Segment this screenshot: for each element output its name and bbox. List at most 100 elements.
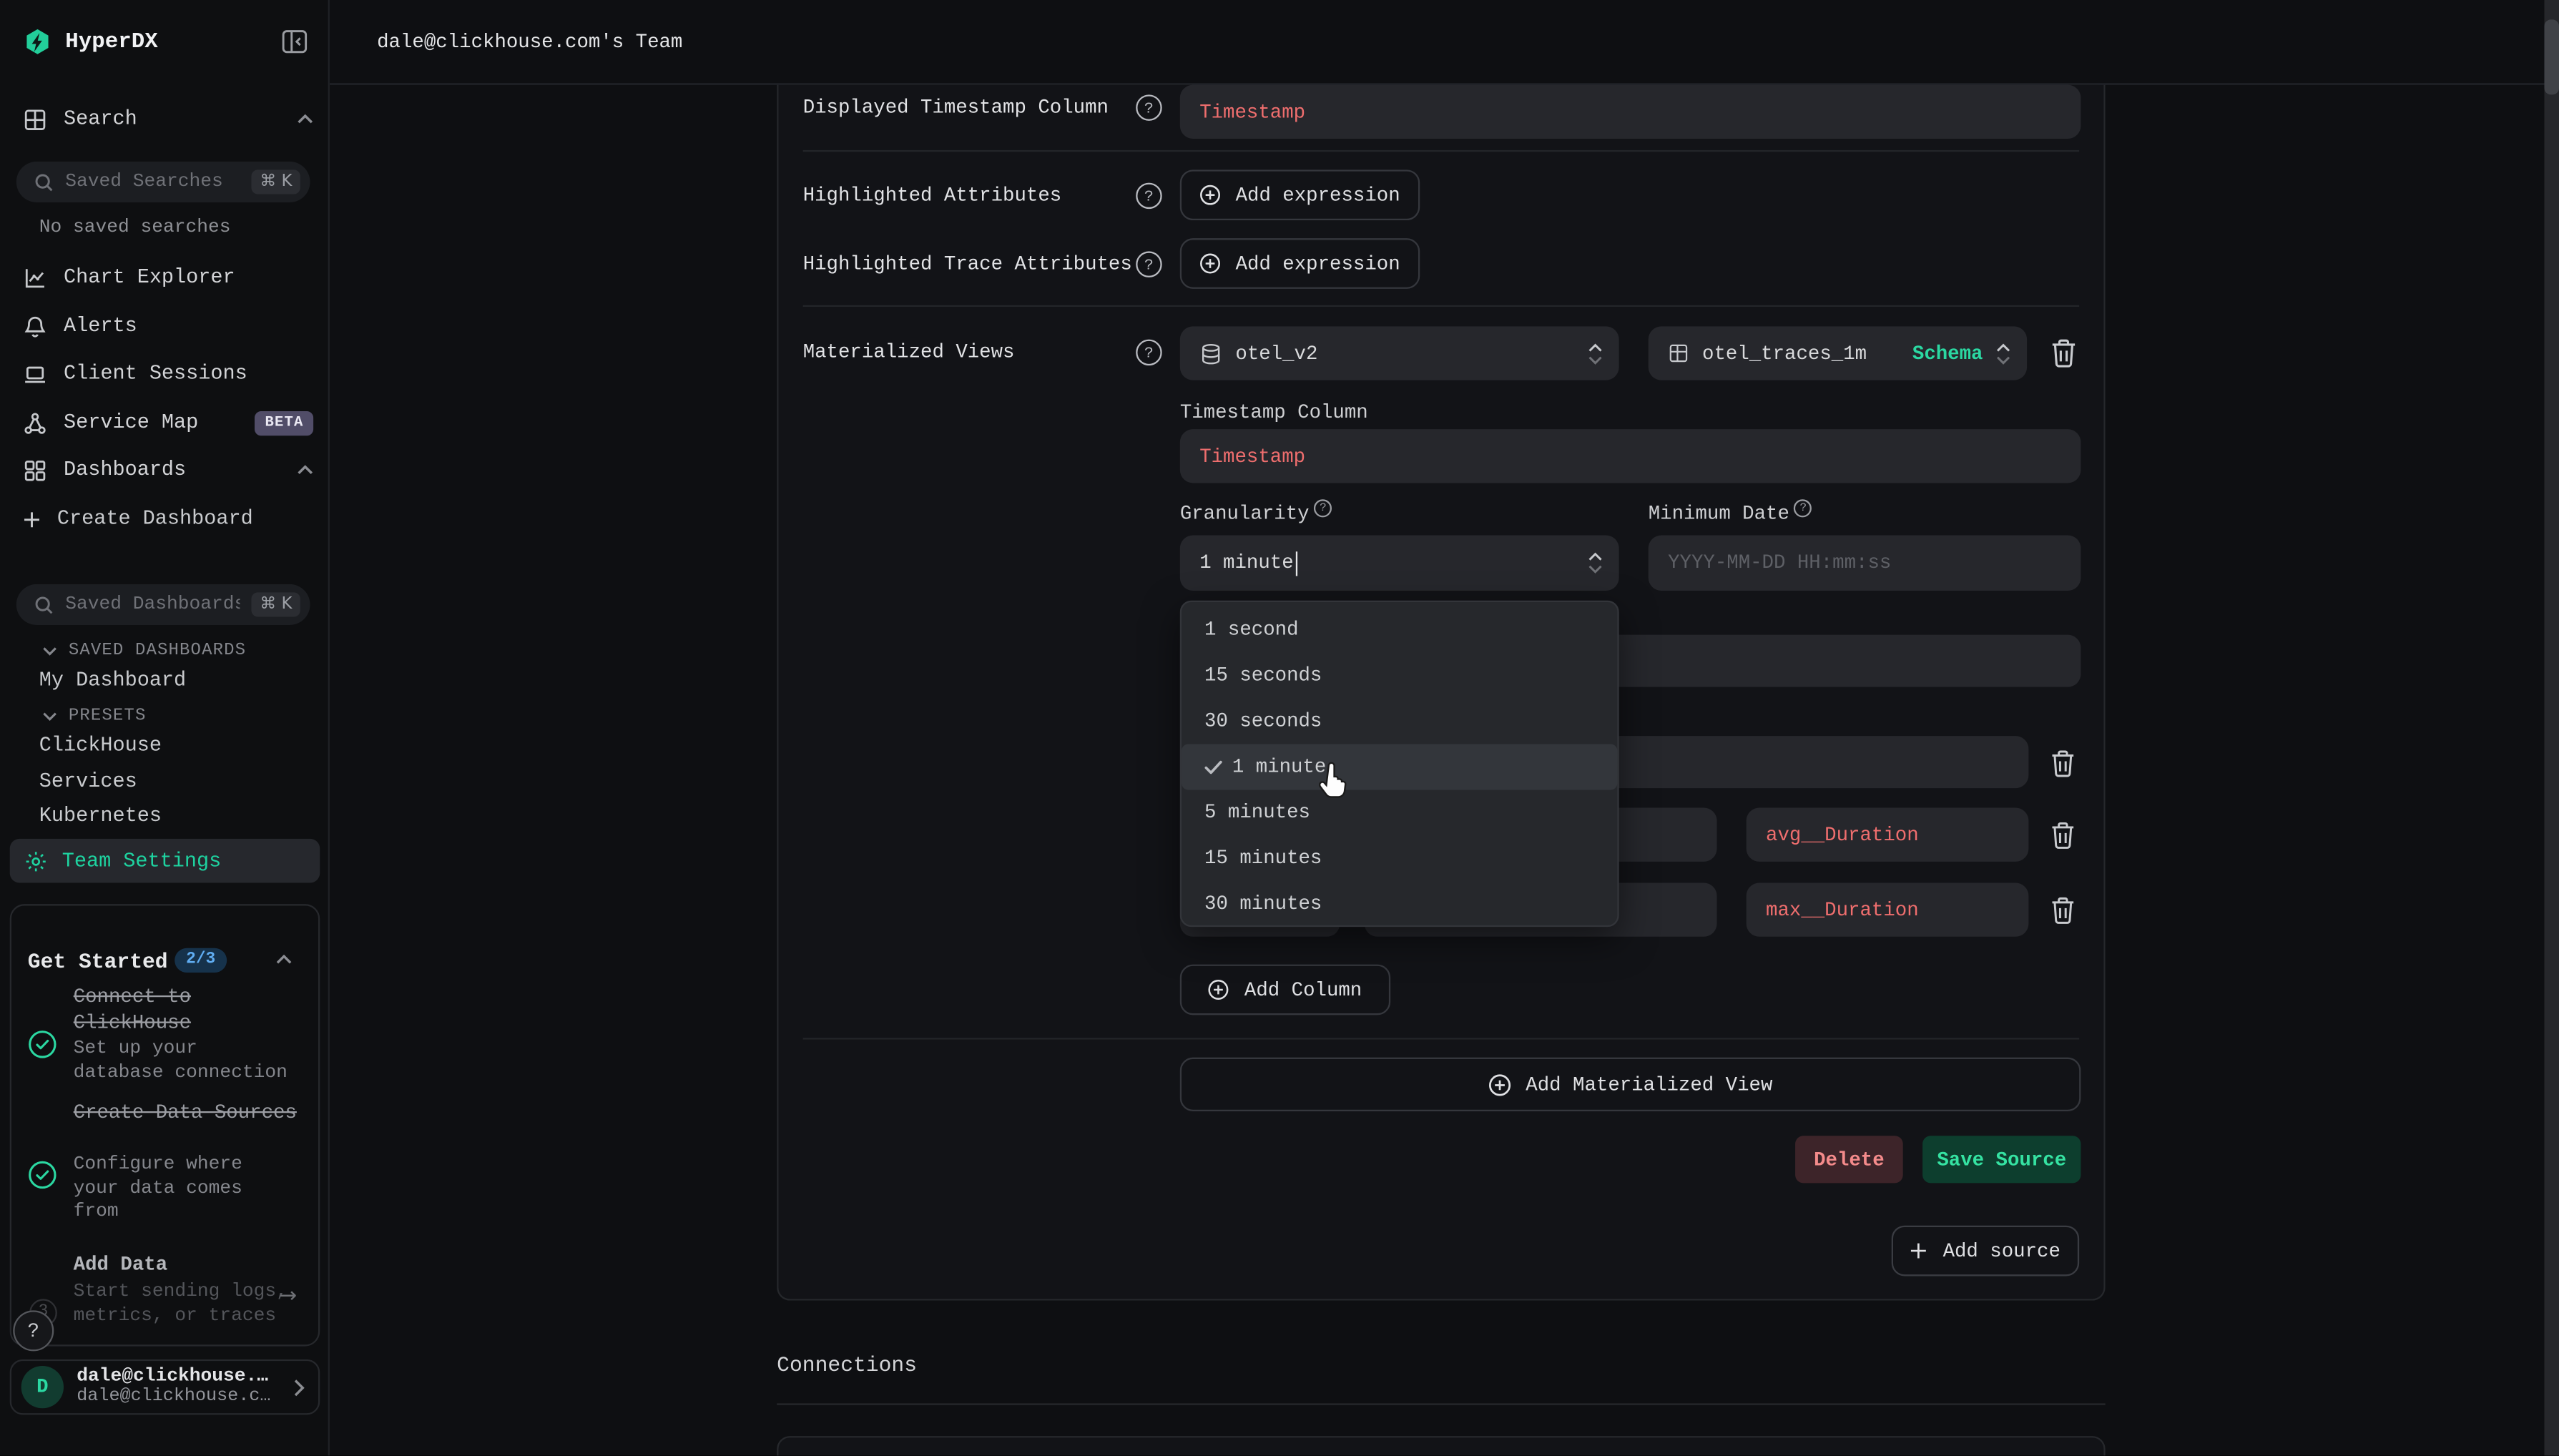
help-icon[interactable]: ? (1314, 499, 1332, 517)
sidebar-item-chart-explorer[interactable]: Chart Explorer (23, 261, 313, 294)
presets-section-header[interactable]: PRESETS (42, 707, 146, 726)
column-name-input[interactable]: avg__Duration (1747, 808, 2029, 862)
granularity-select[interactable]: 1 minute (1180, 535, 1619, 591)
sidebar-item-label: Search (64, 108, 137, 131)
help-button[interactable]: ? (13, 1310, 54, 1351)
sidebar-item-search[interactable]: Search (23, 103, 313, 136)
dropdown-option[interactable]: 30 seconds (1182, 699, 1617, 744)
saved-searches-input[interactable]: Saved Searches ⌘ K (16, 162, 310, 202)
sub-field-label: Granularity ? (1180, 503, 1332, 526)
sidebar-item-services[interactable]: Services (39, 769, 137, 792)
dropdown-option[interactable]: 15 seconds (1182, 653, 1617, 699)
field-value: Timestamp (1199, 445, 1305, 468)
field-label: Highlighted Attributes (803, 185, 1062, 207)
help-icon[interactable]: ? (1136, 251, 1162, 277)
get-started-item-title[interactable]: Add Data (74, 1253, 299, 1276)
sidebar-item-service-map[interactable]: Service Map BETA (23, 406, 313, 439)
plus-circle-icon (1199, 253, 1221, 275)
mv-table-select[interactable]: otel_traces_1m Schema (1649, 326, 2027, 380)
chevron-up-icon[interactable] (276, 955, 293, 965)
field-value: Timestamp (1199, 100, 1305, 123)
column-name-input[interactable]: max__Duration (1747, 883, 2029, 937)
select-updown-icon (1588, 342, 1603, 365)
add-expression-button[interactable]: Add expression (1180, 169, 1420, 220)
button-label: Add source (1943, 1239, 2061, 1262)
dropdown-option[interactable]: 1 second (1182, 607, 1617, 653)
help-icon[interactable]: ? (1136, 340, 1162, 366)
sidebar-item-kubernetes[interactable]: Kubernetes (39, 805, 162, 827)
schema-link[interactable]: Schema (1912, 342, 1983, 365)
scrollbar-track[interactable] (2544, 0, 2559, 1455)
add-source-button[interactable]: Add source (1892, 1226, 2079, 1277)
help-icon[interactable]: ? (1794, 499, 1812, 517)
option-label: 1 minute (1232, 756, 1326, 779)
check-circle-icon (28, 1160, 57, 1189)
topbar: dale@clickhouse.com's Team (330, 0, 2559, 85)
help-icon[interactable]: ? (1136, 94, 1162, 121)
saved-dashboards-section-header[interactable]: SAVED DASHBOARDS (42, 641, 246, 661)
add-expression-button[interactable]: Add expression (1180, 238, 1420, 289)
bell-icon (23, 314, 47, 338)
search-section-icon (23, 107, 47, 131)
arrow-right-icon: → (279, 1284, 297, 1309)
button-label: Add expression (1236, 252, 1400, 275)
button-label: Add Column (1244, 978, 1362, 1001)
sidebar: HyperDX Search Saved Searches ⌘ K No sav… (0, 0, 330, 1455)
get-started-item-title[interactable]: Connect to ClickHouse (74, 984, 299, 1036)
add-materialized-view-button[interactable]: Add Materialized View (1180, 1058, 2081, 1111)
sidebar-item-label: Alerts (64, 315, 137, 338)
delete-column-button[interactable] (2050, 821, 2076, 850)
check-icon (1204, 759, 1222, 774)
chevron-down-icon (42, 646, 57, 656)
chart-explorer-icon (23, 265, 47, 290)
add-column-button[interactable]: Add Column (1180, 965, 1390, 1015)
get-started-item-title[interactable]: Create Data Sources (74, 1100, 299, 1126)
beta-badge: BETA (255, 410, 313, 435)
sidebar-item-alerts[interactable]: Alerts (23, 310, 313, 343)
saved-dashboards-input[interactable]: Saved Dashboards ⌘ K (16, 584, 310, 625)
delete-column-button[interactable] (2050, 896, 2076, 925)
search-icon (34, 172, 54, 192)
field-value: avg__Duration (1766, 823, 1919, 846)
sidebar-item-team-settings[interactable]: Team Settings (10, 839, 320, 883)
minimum-date-input[interactable]: YYYY-MM-DD HH:mm:ss (1649, 535, 2081, 591)
plus-icon (1910, 1242, 1928, 1260)
chevron-up-icon[interactable] (297, 465, 313, 475)
sidebar-item-my-dashboard[interactable]: My Dashboard (39, 669, 186, 692)
option-label: 15 seconds (1204, 664, 1322, 687)
user-menu[interactable]: D dale@clickhouse.… dale@clickhouse.c… (10, 1359, 320, 1415)
gear-icon (24, 850, 47, 872)
dropdown-option[interactable]: 30 minutes (1182, 881, 1617, 927)
delete-button[interactable]: Delete (1795, 1136, 1903, 1183)
delete-materialized-view-button[interactable] (2050, 338, 2078, 368)
dropdown-option[interactable]: 15 minutes (1182, 835, 1617, 881)
create-dashboard-button[interactable]: Create Dashboard (23, 503, 313, 536)
chevron-up-icon[interactable] (297, 114, 313, 124)
dropdown-option-selected[interactable]: 1 minute (1182, 744, 1617, 790)
displayed-timestamp-input[interactable]: Timestamp (1180, 85, 2081, 139)
option-label: 15 minutes (1204, 847, 1322, 870)
help-icon[interactable]: ? (1136, 183, 1162, 210)
sidebar-item-label: Service Map (64, 411, 198, 434)
search-icon (34, 595, 54, 614)
collapse-sidebar-button[interactable] (280, 28, 308, 56)
delete-column-button[interactable] (2050, 749, 2076, 778)
mouse-cursor-icon (1315, 760, 1350, 800)
sidebar-item-clickhouse[interactable]: ClickHouse (39, 734, 162, 757)
sub-field-label: Timestamp Column (1180, 401, 1368, 424)
minimum-date-label: Minimum Date (1649, 503, 1789, 526)
sidebar-item-label: Client Sessions (64, 363, 247, 385)
sidebar-item-dashboards[interactable]: Dashboards (23, 453, 313, 486)
field-value: max__Duration (1766, 898, 1919, 921)
sidebar-item-client-sessions[interactable]: Client Sessions (23, 358, 313, 390)
plus-circle-icon (1209, 979, 1230, 1000)
dropdown-option[interactable]: 5 minutes (1182, 790, 1617, 835)
mv-database-select[interactable]: otel_v2 (1180, 326, 1619, 380)
select-value: otel_v2 (1235, 342, 1317, 365)
database-icon (1199, 342, 1222, 365)
mv-timestamp-column-input[interactable]: Timestamp (1180, 429, 2081, 483)
avatar: D (21, 1366, 64, 1408)
scrollbar-thumb[interactable] (2544, 19, 2559, 94)
save-source-button[interactable]: Save Source (1922, 1136, 2081, 1183)
get-started-item-desc: Start sending logs, metrics, or traces (74, 1281, 289, 1328)
